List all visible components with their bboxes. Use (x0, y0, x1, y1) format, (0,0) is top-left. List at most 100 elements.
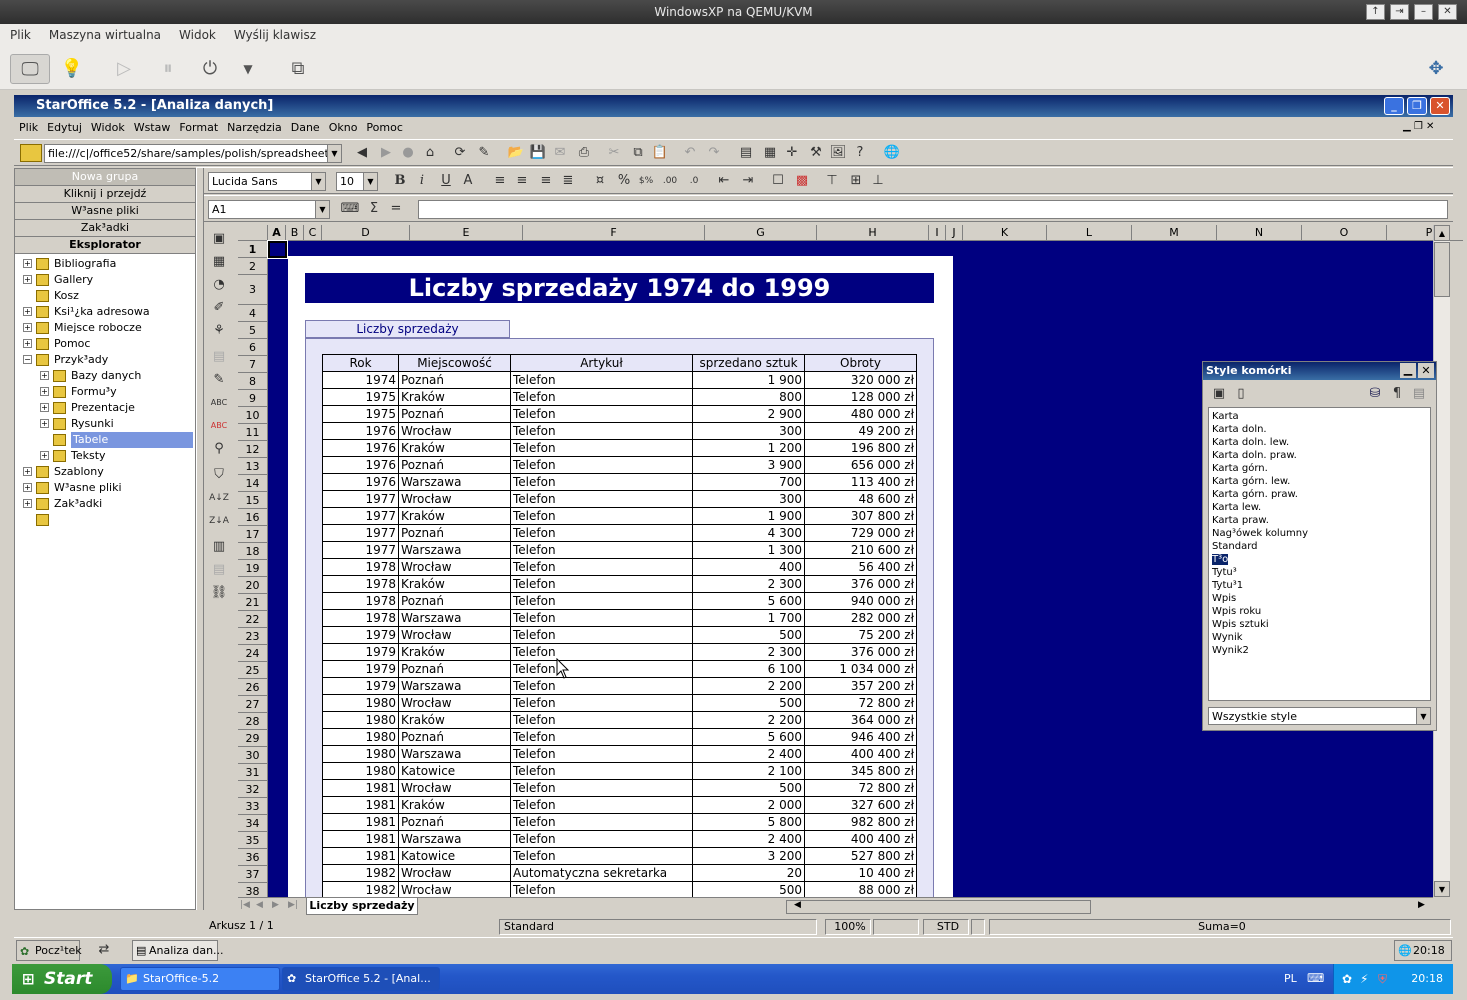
table-cell[interactable]: 3 900 (692, 456, 805, 474)
row-header[interactable]: 14 (238, 475, 268, 492)
folder-icon[interactable] (20, 144, 42, 162)
table-cell[interactable]: Telefon (510, 422, 693, 440)
forward-icon[interactable]: ▶ (376, 143, 396, 163)
row-header[interactable]: 30 (238, 747, 268, 764)
table-cell[interactable]: 1980 (322, 694, 399, 712)
row-header[interactable]: 27 (238, 696, 268, 713)
table-cell[interactable]: 527 800 zł (804, 847, 917, 865)
expand-icon[interactable]: + (23, 483, 32, 492)
collapse-icon[interactable]: − (23, 355, 32, 364)
scroll-right-icon[interactable]: ▶ (1418, 900, 1425, 910)
expand-icon[interactable]: + (23, 323, 32, 332)
table-cell[interactable]: Poznań (398, 371, 511, 389)
copy-icon[interactable]: ⧉ (628, 143, 648, 163)
justify-icon[interactable]: ≣ (558, 171, 578, 191)
styles-filter-select[interactable]: Wszystkie style ▼ (1208, 707, 1431, 725)
insert-object-icon[interactable]: ◔ (209, 275, 229, 295)
table-cell[interactable]: Telefon (510, 507, 693, 525)
table-cell[interactable]: Kraków (398, 796, 511, 814)
table-cell[interactable]: 1978 (322, 558, 399, 576)
row-header[interactable]: 29 (238, 730, 268, 747)
open-icon[interactable]: 📂 (506, 143, 526, 163)
cell-reference-dropdown-icon[interactable]: ▼ (315, 201, 329, 218)
column-header-e[interactable]: E (410, 225, 523, 241)
table-cell[interactable]: Wrocław (398, 626, 511, 644)
start-button[interactable]: ⊞ Start (12, 964, 112, 994)
column-header-p[interactable]: P (1387, 225, 1467, 241)
table-cell[interactable]: Poznań (398, 660, 511, 678)
font-size-select[interactable]: 10 ▼ (336, 172, 378, 191)
style-list-item[interactable]: Karta (1212, 410, 1427, 423)
row-header[interactable]: 1 (238, 241, 268, 258)
row-header[interactable]: 13 (238, 458, 268, 475)
gallery-icon[interactable]: 🖼 (828, 143, 848, 163)
table-cell[interactable]: 1982 (322, 864, 399, 882)
tree-item[interactable]: + Pomoc (15, 336, 195, 352)
table-cell[interactable]: 113 400 zł (804, 473, 917, 491)
table-cell[interactable]: 5 800 (692, 813, 805, 831)
table-cell[interactable]: Poznań (398, 728, 511, 746)
expand-icon[interactable]: + (40, 403, 49, 412)
table-cell[interactable]: 2 200 (692, 677, 805, 695)
tree-item[interactable]: + Bibliografia (15, 256, 195, 272)
back-icon[interactable]: ◀ (352, 143, 372, 163)
table-cell[interactable]: 1981 (322, 779, 399, 797)
paragraph-styles-icon[interactable]: ▣ (1209, 384, 1229, 404)
row-header[interactable]: 10 (238, 407, 268, 424)
table-cell[interactable]: 400 400 zł (804, 745, 917, 763)
globe-tray-icon[interactable]: 🌐 (1398, 941, 1412, 960)
table-header-cell[interactable]: Obroty (804, 354, 917, 372)
table-cell[interactable]: 1 034 000 zł (804, 660, 917, 678)
cell-reference-field[interactable]: A1 ▼ (208, 200, 330, 219)
cell-styles-titlebar[interactable]: Style komórki ▁ ✕ (1203, 362, 1436, 380)
table-cell[interactable]: 500 (692, 881, 805, 899)
table-cell[interactable]: 210 600 zł (804, 541, 917, 559)
host-minimize-icon[interactable]: – (1414, 4, 1433, 20)
expand-icon[interactable]: + (23, 275, 32, 284)
table-cell[interactable]: Telefon (510, 694, 693, 712)
table-cell[interactable]: Wrocław (398, 881, 511, 899)
table-cell[interactable]: 1976 (322, 439, 399, 457)
tree-item[interactable]: + Zak³adki (15, 496, 195, 512)
stop-icon[interactable]: ● (398, 143, 418, 163)
tree-item[interactable]: + Miejsce robocze (15, 320, 195, 336)
table-cell[interactable]: 357 200 zł (804, 677, 917, 695)
table-cell[interactable]: Wrocław (398, 694, 511, 712)
table-cell[interactable]: Poznań (398, 813, 511, 831)
insert-icon[interactable]: ▣ (209, 229, 229, 249)
style-list-item[interactable]: Wynik2 (1212, 644, 1427, 657)
styles-close-icon[interactable]: ✕ (1418, 363, 1434, 378)
autofilter-icon[interactable]: ⛉ (209, 465, 229, 485)
align-middle-icon[interactable]: ⊞ (846, 171, 866, 191)
next-sheet-icon[interactable]: ▶ (272, 900, 279, 910)
table-cell[interactable]: Telefon (510, 813, 693, 831)
table-cell[interactable]: 1976 (322, 473, 399, 491)
so-start-button[interactable]: ✿ Pocz¹tek (16, 940, 82, 961)
table-cell[interactable]: 75 200 zł (804, 626, 917, 644)
table-cell[interactable]: Automatyczna sekretarka (510, 864, 693, 882)
table-cell[interactable]: 1976 (322, 422, 399, 440)
last-sheet-icon[interactable]: ▶| (288, 900, 298, 910)
add-decimal-icon[interactable]: .00 (660, 171, 680, 191)
home-icon[interactable]: ⌂ (420, 143, 440, 163)
table-cell[interactable]: Warszawa (398, 473, 511, 491)
table-cell[interactable]: 1 700 (692, 609, 805, 627)
style-list-item[interactable]: Wynik (1212, 631, 1427, 644)
first-sheet-icon[interactable]: |◀ (240, 900, 250, 910)
tray-network-icon[interactable]: ⚡ (1360, 964, 1368, 994)
table-cell[interactable]: 500 (692, 694, 805, 712)
table-cell[interactable]: 88 000 zł (804, 881, 917, 899)
table-header-cell[interactable]: Rok (322, 354, 399, 372)
insert-cells-icon[interactable]: ▦ (209, 252, 229, 272)
table-cell[interactable]: Telefon (510, 575, 693, 593)
sum-icon[interactable]: Σ (364, 199, 384, 219)
table-cell[interactable]: Poznań (398, 405, 511, 423)
vertical-scroll-thumb[interactable] (1434, 242, 1450, 297)
table-cell[interactable]: Wrocław (398, 779, 511, 797)
align-center-icon[interactable]: ≡ (512, 171, 532, 191)
table-cell[interactable]: Kraków (398, 439, 511, 457)
row-header[interactable]: 12 (238, 441, 268, 458)
row-header[interactable]: 36 (238, 849, 268, 866)
table-cell[interactable]: Warszawa (398, 541, 511, 559)
table-cell[interactable]: 1980 (322, 711, 399, 729)
